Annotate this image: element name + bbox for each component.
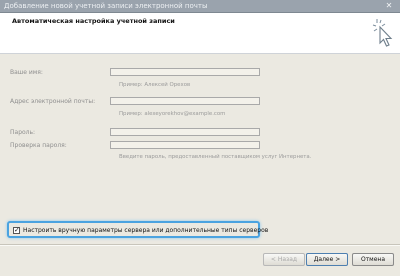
page-title: Автоматическая настройка учетной записи	[12, 17, 175, 25]
manual-setup-option[interactable]: ✓ Настроить вручную параметры сервера ил…	[7, 221, 268, 238]
footer-divider	[0, 244, 400, 246]
next-button[interactable]: Далее >	[306, 253, 348, 266]
password-field[interactable]	[110, 128, 260, 136]
wizard-header: Автоматическая настройка учетной записи	[0, 13, 400, 54]
name-label: Ваше имя:	[10, 69, 43, 76]
email-label: Адрес электронной почты:	[10, 98, 96, 105]
window-title: Добавление новой учетной записи электрон…	[4, 2, 208, 10]
cursor-sparkle-icon	[372, 19, 393, 47]
title-bar: Добавление новой учетной записи электрон…	[0, 0, 400, 13]
email-field[interactable]	[110, 97, 260, 105]
confirm-password-field[interactable]	[110, 141, 260, 149]
back-button[interactable]: < Назад	[263, 253, 305, 266]
manual-setup-label[interactable]: Настроить вручную параметры сервера или …	[23, 227, 268, 234]
close-icon[interactable]: ✕	[382, 1, 396, 10]
confirm-password-label: Проверка пароля:	[10, 142, 67, 149]
email-hint: Пример: alexeyorekhov@example.com	[119, 111, 226, 117]
password-label: Пароль:	[10, 129, 36, 136]
password-hint: Введите пароль, предоставленный поставщи…	[119, 154, 312, 160]
cancel-button[interactable]: Отмена	[352, 253, 394, 266]
name-field[interactable]	[110, 68, 260, 76]
name-hint: Пример: Алексей Орехов	[119, 82, 191, 88]
manual-setup-checkbox[interactable]: ✓	[13, 227, 20, 234]
wizard-body: Ваше имя: Пример: Алексей Орехов Адрес э…	[0, 54, 400, 276]
